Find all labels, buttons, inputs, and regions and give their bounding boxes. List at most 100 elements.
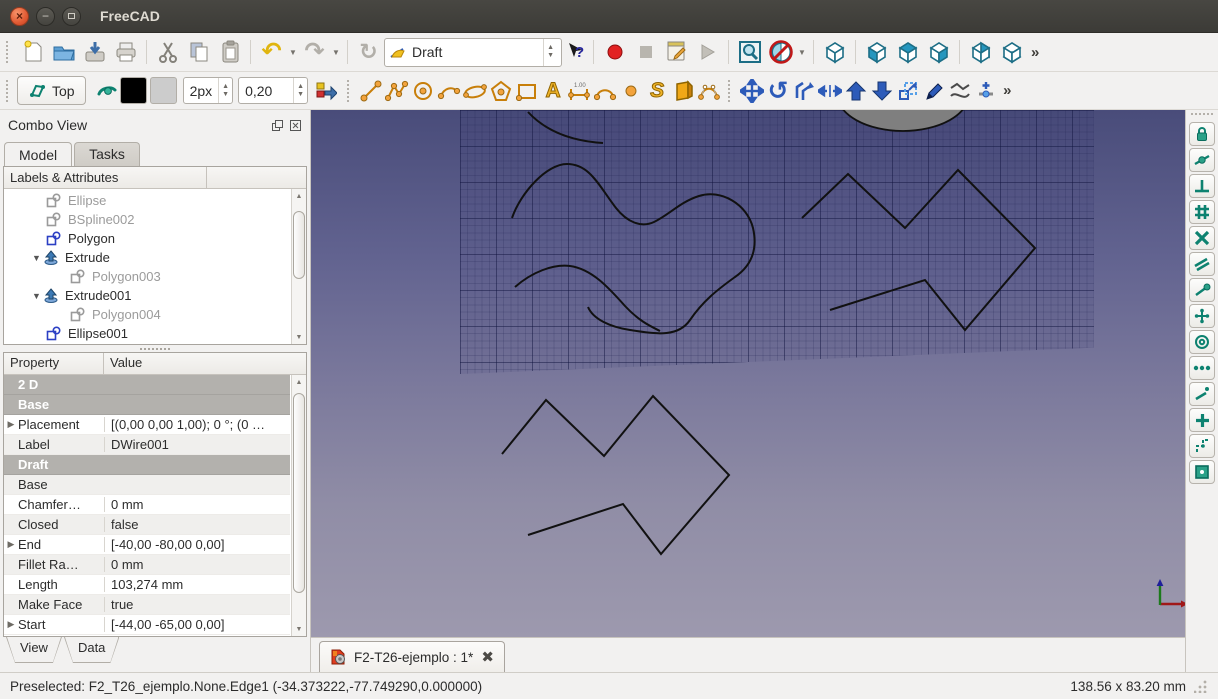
property-row-base[interactable]: Base [4, 475, 290, 495]
arc-curve-shape[interactable] [528, 112, 603, 143]
draft-bezier-button[interactable] [696, 75, 722, 106]
draft-facebinder-button[interactable] [670, 75, 696, 106]
undo-dropdown[interactable]: ▼ [287, 37, 299, 68]
snap-angle-button[interactable] [1189, 304, 1215, 328]
draft-offset-button[interactable] [791, 75, 817, 106]
spin-arrows-icon[interactable]: ▲▼ [218, 78, 232, 103]
tab-tasks[interactable]: Tasks [74, 142, 140, 166]
draft-trimex-button[interactable] [817, 75, 843, 106]
snap-perpendicular-button[interactable] [1189, 174, 1215, 198]
draft-ellipse-button[interactable] [462, 75, 488, 106]
tree-item-polygon003[interactable]: Polygon003 [4, 267, 290, 286]
tree-item-ellipse[interactable]: Ellipse [4, 191, 290, 210]
macro-stop-button[interactable] [630, 37, 661, 68]
bspline-wave-shape[interactable] [515, 266, 660, 331]
top-view-button[interactable] [892, 37, 923, 68]
macro-record-button[interactable] [599, 37, 630, 68]
property-group[interactable]: Base [4, 395, 290, 415]
spin-arrows-icon[interactable]: ▲▼ [293, 78, 307, 103]
draft-bspline-button[interactable] [592, 75, 618, 106]
float-panel-icon[interactable] [271, 119, 284, 132]
gray-ellipse-shape[interactable] [837, 110, 969, 131]
document-tab-close-icon[interactable]: ✖ [481, 648, 494, 666]
toolbar-handle[interactable] [6, 41, 12, 63]
snap-endpoint-button[interactable] [1189, 278, 1215, 302]
scroll-up-icon[interactable]: ▲ [292, 189, 306, 203]
property-group[interactable]: 2 D [4, 375, 290, 395]
toolbar-overflow-button[interactable]: » [999, 82, 1013, 99]
snap-special-button[interactable] [1189, 434, 1215, 458]
bspline-blob-shape[interactable] [512, 164, 755, 333]
draft-shapestring-button[interactable]: S [644, 75, 670, 106]
tree-item-extrude001[interactable]: ▼ Extrude001 [4, 286, 290, 305]
document-tab[interactable]: F2-T26-ejemplo : 1* ✖ [319, 641, 505, 672]
draft-upgrade-button[interactable] [843, 75, 869, 106]
macro-edit-button[interactable] [661, 37, 692, 68]
redo-button[interactable]: ↷ [299, 37, 330, 68]
window-minimize-button[interactable]: − [36, 7, 55, 26]
window-maximize-button[interactable] [62, 7, 81, 26]
snap-midpoint-button[interactable] [1189, 148, 1215, 172]
face-color-swatch[interactable] [150, 77, 177, 104]
scroll-down-icon[interactable]: ▼ [292, 622, 306, 636]
working-plane-button[interactable]: Top [17, 76, 86, 105]
tab-data[interactable]: Data [64, 637, 119, 663]
toolbar-handle[interactable] [1191, 113, 1213, 119]
scroll-down-icon[interactable]: ▼ [292, 330, 306, 344]
toolbar-handle[interactable] [728, 80, 734, 102]
refresh-button[interactable]: ↻ [353, 37, 384, 68]
draft-scale-button[interactable] [895, 75, 921, 106]
snap-center-button[interactable] [1189, 330, 1215, 354]
tree-item-polygon[interactable]: Polygon [4, 229, 290, 248]
draft-rotate-button[interactable]: ↺ [765, 75, 791, 106]
property-row-closed[interactable]: Closedfalse [4, 515, 290, 535]
property-column-header[interactable]: Property [4, 353, 104, 374]
snap-intersection-button[interactable] [1189, 226, 1215, 250]
draft-arc-button[interactable] [436, 75, 462, 106]
tree-item-ellipse001[interactable]: Ellipse001 [4, 324, 290, 343]
close-panel-icon[interactable] [289, 119, 302, 132]
draft-circle-button[interactable] [410, 75, 436, 106]
draft-downgrade-button[interactable] [869, 75, 895, 106]
draft-add-point-button[interactable] [973, 75, 999, 106]
draft-line-button[interactable] [358, 75, 384, 106]
right-view-button[interactable] [923, 37, 954, 68]
fit-all-button[interactable] [734, 37, 765, 68]
tree-item-polygon004[interactable]: Polygon004 [4, 305, 290, 324]
new-document-button[interactable] [17, 37, 48, 68]
snap-near-button[interactable] [1189, 356, 1215, 380]
copy-button[interactable] [183, 37, 214, 68]
property-row-placement[interactable]: ▶Placement[(0,00 0,00 1,00); 0 °; (0 … [4, 415, 290, 435]
zigzag-wire-bottom-shape[interactable] [502, 396, 729, 554]
snap-parallel-button[interactable] [1189, 252, 1215, 276]
toolbar-handle[interactable] [6, 80, 12, 102]
draft-point-button[interactable] [618, 75, 644, 106]
tree-header[interactable]: Labels & Attributes [4, 167, 306, 189]
cut-button[interactable] [152, 37, 183, 68]
property-row-makeface[interactable]: Make Facetrue [4, 595, 290, 615]
draft-wire-to-bspline-button[interactable] [947, 75, 973, 106]
property-row-chamfer[interactable]: Chamfer…0 mm [4, 495, 290, 515]
tab-view[interactable]: View [6, 637, 62, 663]
property-row-start[interactable]: ▶Start[-44,00 -65,00 0,00] [4, 615, 290, 635]
front-view-button[interactable] [861, 37, 892, 68]
window-close-button[interactable]: × [10, 7, 29, 26]
property-scrollbar[interactable]: ▲ ▼ [291, 375, 306, 636]
draft-text-button[interactable]: A [540, 75, 566, 106]
toggle-construction-mode-button[interactable] [94, 75, 120, 106]
save-button[interactable] [79, 37, 110, 68]
workbench-selector[interactable]: Draft ▲▼ [384, 38, 562, 67]
draft-dimension-button[interactable]: 1.00 [566, 75, 592, 106]
line-width-spinbox[interactable]: 2px ▲▼ [183, 77, 234, 104]
draw-style-dropdown[interactable]: ▼ [796, 37, 808, 68]
snap-grid-button[interactable] [1189, 200, 1215, 224]
rear-view-button[interactable] [965, 37, 996, 68]
expander-icon[interactable]: ▼ [30, 291, 43, 301]
print-button[interactable] [110, 37, 141, 68]
draft-move-button[interactable] [739, 75, 765, 106]
axonometric-view-button[interactable] [819, 37, 850, 68]
scale-spinbox[interactable]: 0,20 ▲▼ [238, 77, 308, 104]
tree-scrollbar[interactable]: ▲ ▼ [291, 189, 306, 344]
draw-style-button[interactable] [765, 37, 796, 68]
snap-extension-button[interactable] [1189, 382, 1215, 406]
